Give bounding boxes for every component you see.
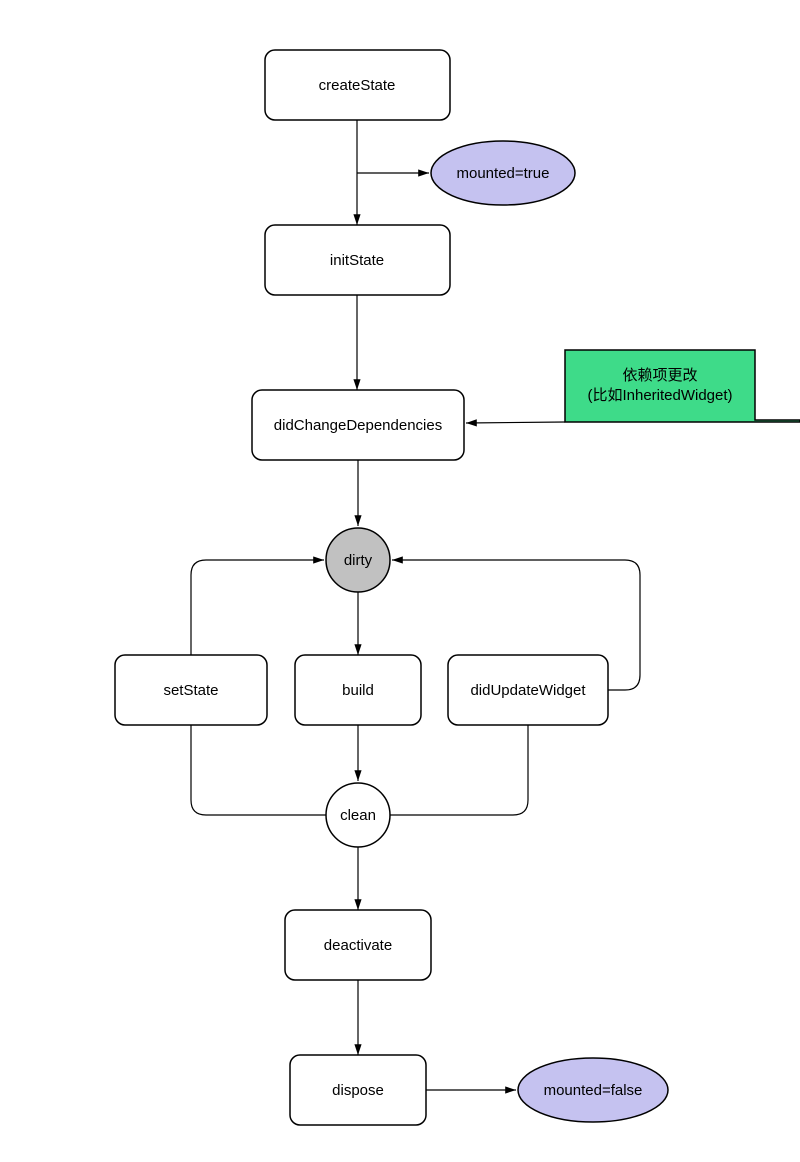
label-createState: createState xyxy=(319,77,396,94)
label-mountedTrue: mounted=true xyxy=(457,165,550,182)
node-dependencyChange: 依赖项更改 (比如InheritedWidget) xyxy=(565,350,800,422)
label-dirty: dirty xyxy=(344,552,373,569)
label-initState: initState xyxy=(330,252,384,269)
label-mountedFalse: mounted=false xyxy=(544,1082,643,1099)
edge-clean-setState xyxy=(191,725,326,815)
label-dispose: dispose xyxy=(332,1082,384,1099)
label-didChangeDependencies: didChangeDependencies xyxy=(274,417,442,434)
edge-dependencyChange-didChangeDependencies xyxy=(466,422,565,423)
edge-setState-dirty xyxy=(191,560,324,655)
edge-clean-didUpdateWidget xyxy=(390,725,528,815)
label-setState: setState xyxy=(163,682,218,699)
label-deactivate: deactivate xyxy=(324,937,392,954)
label-didUpdateWidget: didUpdateWidget xyxy=(470,682,586,699)
label-clean: clean xyxy=(340,807,376,824)
label-build: build xyxy=(342,682,374,699)
label-dependencyChange2: (比如InheritedWidget) xyxy=(587,387,732,404)
label-dependencyChange1: 依赖项更改 xyxy=(622,367,697,384)
